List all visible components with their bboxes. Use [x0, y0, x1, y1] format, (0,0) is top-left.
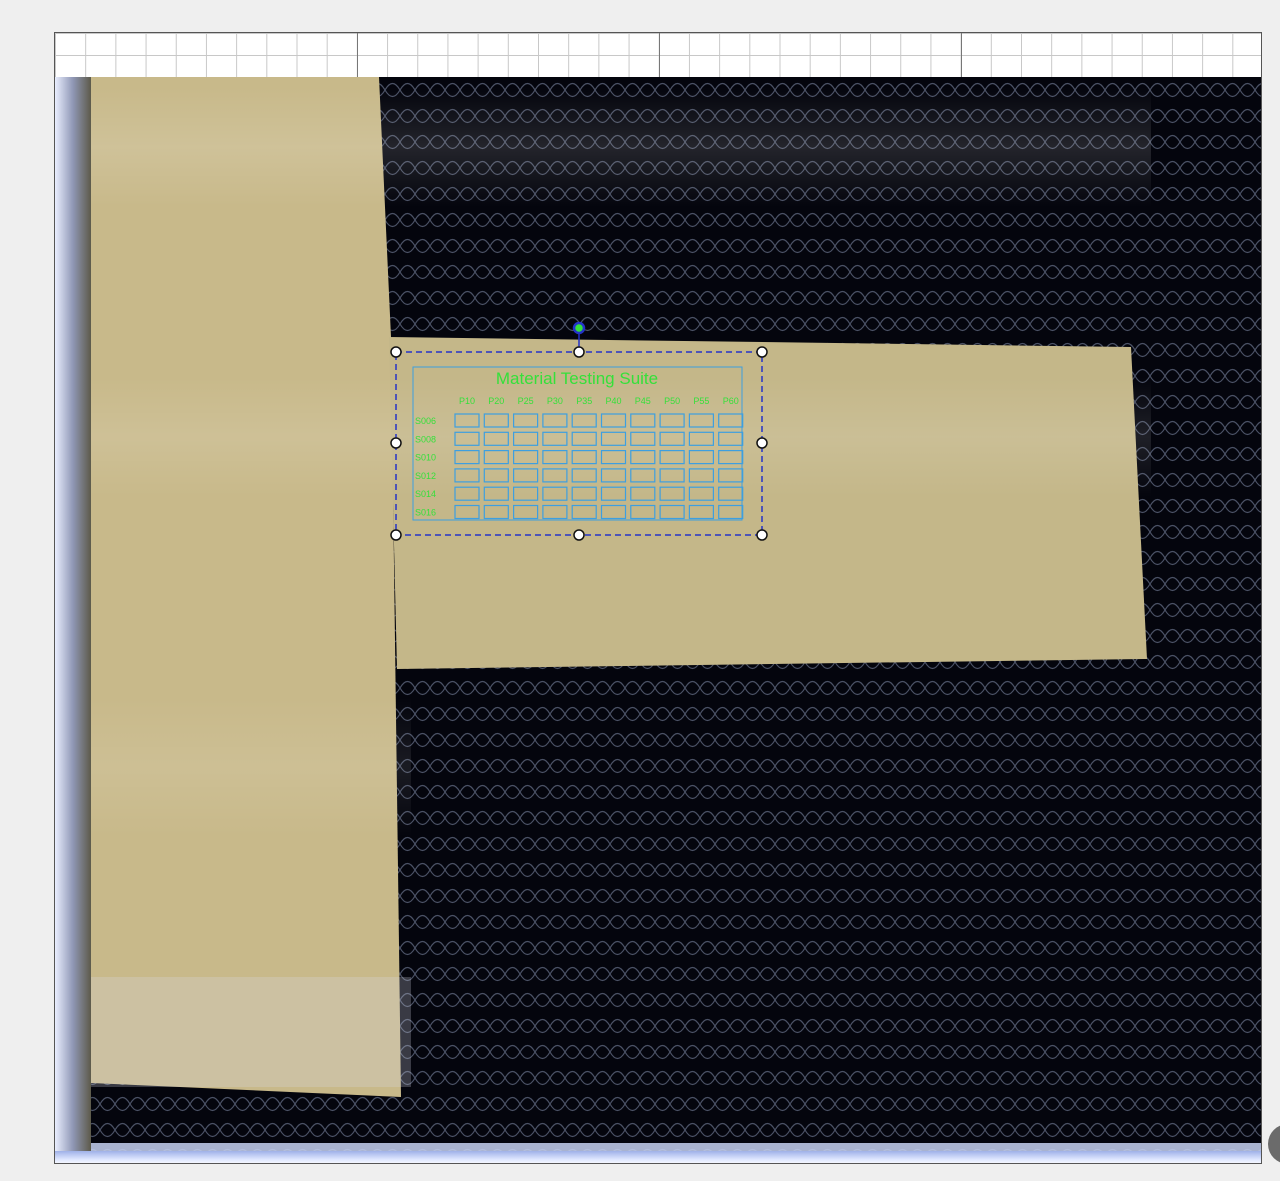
- power-label: P35: [576, 396, 592, 406]
- power-label: P25: [518, 396, 534, 406]
- resize-handle-icon[interactable]: [756, 346, 768, 358]
- resize-handle-icon[interactable]: [573, 346, 585, 358]
- speed-label: S016: [415, 508, 436, 518]
- power-label: P30: [547, 396, 563, 406]
- speed-label: S014: [415, 489, 436, 499]
- design-title: Material Testing Suite: [496, 369, 658, 388]
- workspace-canvas[interactable]: Material Testing Suite P10 P20 P25 P30 P35 P4…: [54, 32, 1262, 1164]
- power-label: P50: [664, 396, 680, 406]
- resize-handle-icon[interactable]: [390, 346, 402, 358]
- power-label: P45: [635, 396, 651, 406]
- resize-handle-icon[interactable]: [756, 529, 768, 541]
- rotate-handle-icon[interactable]: [572, 321, 586, 335]
- power-label: P10: [459, 396, 475, 406]
- power-label: P40: [605, 396, 621, 406]
- top-ruler: [55, 33, 1261, 77]
- resize-handle-icon[interactable]: [756, 437, 768, 449]
- resize-handle-icon[interactable]: [573, 529, 585, 541]
- speed-label: S006: [415, 416, 436, 426]
- power-label: P20: [488, 396, 504, 406]
- speed-label: S012: [415, 471, 436, 481]
- power-label: P55: [693, 396, 709, 406]
- resize-handle-icon[interactable]: [390, 437, 402, 449]
- speed-label: S010: [415, 453, 436, 463]
- left-rail: [55, 77, 91, 1163]
- material-board-vertical: [91, 77, 401, 1097]
- power-label: P60: [723, 396, 739, 406]
- resize-handle-icon[interactable]: [390, 529, 402, 541]
- bed-bottom-light: [55, 1151, 1261, 1163]
- laser-bed-camera-view[interactable]: Material Testing Suite P10 P20 P25 P30 P35 P4…: [55, 77, 1261, 1163]
- speed-label: S008: [415, 434, 436, 444]
- floating-control-button[interactable]: [1268, 1124, 1280, 1164]
